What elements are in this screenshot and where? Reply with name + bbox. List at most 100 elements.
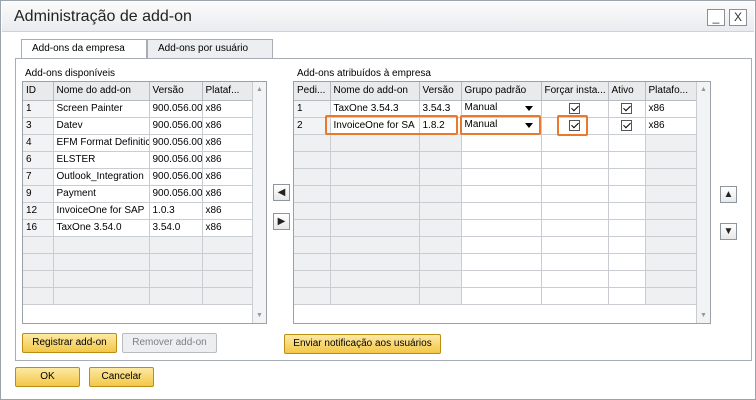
table-row[interactable]: 1 Screen Painter 900.056.00. x86 <box>23 100 255 118</box>
close-button[interactable]: X <box>729 9 747 26</box>
empty-row <box>294 253 699 271</box>
empty-row <box>23 287 255 305</box>
tab-company-addons[interactable]: Add-ons da empresa <box>21 39 147 60</box>
empty-row <box>23 253 255 271</box>
col-header-version[interactable]: Versão <box>419 82 462 101</box>
arrow-right-icon[interactable]: ▶ <box>273 213 290 230</box>
ok-button[interactable]: OK <box>15 367 80 387</box>
cell-version: 900.056.00. <box>149 117 203 135</box>
col-header-name[interactable]: Nome do add-on <box>53 82 150 101</box>
available-addons-label: Add-ons disponíveis <box>25 68 116 79</box>
assigned-addons-label: Add-ons atribuídos à empresa <box>297 68 431 79</box>
arrow-down-icon[interactable]: ▼ <box>720 223 737 240</box>
active-checkbox[interactable] <box>621 102 632 114</box>
cell-name: InvoiceOne for SA <box>330 117 420 135</box>
active-cell <box>608 117 646 135</box>
cell-id: 4 <box>23 134 54 152</box>
chevron-down-icon <box>524 106 533 111</box>
cell-name: Payment <box>53 185 150 203</box>
cell-platform: x86 <box>202 100 255 118</box>
col-header-active[interactable]: Ativo <box>608 82 646 101</box>
cell-name: TaxOne 3.54.3 <box>330 100 420 118</box>
col-header-order[interactable]: Pedi... <box>294 82 331 101</box>
cell-id: 16 <box>23 219 54 237</box>
force-install-cell <box>541 117 609 135</box>
cell-platform: x86 <box>202 117 255 135</box>
table-row[interactable]: 3 Datev 900.056.00. x86 <box>23 117 255 135</box>
empty-row <box>23 236 255 254</box>
available-addons-grid: ID Nome do add-on Versão Plataf... 1 Scre… <box>22 81 267 324</box>
cell-platform: x86 <box>645 117 699 135</box>
cell-id: 3 <box>23 117 54 135</box>
minimize-button[interactable]: _ <box>707 9 725 26</box>
cell-id: 12 <box>23 202 54 220</box>
cell-version: 1.8.2 <box>419 117 462 135</box>
table-row[interactable]: 7 Outlook_Integration 900.056.00. x86 <box>23 168 255 186</box>
table-row[interactable]: 9 Payment 900.056.00. x86 <box>23 185 255 203</box>
register-addon-button[interactable]: Registrar add-on <box>22 333 117 353</box>
cell-platform: x86 <box>202 134 255 152</box>
default-group-combo[interactable]: Manual <box>461 117 542 135</box>
cell-order: 2 <box>294 117 331 135</box>
table-row[interactable]: 4 EFM Format Definitic 900.056.00. x86 <box>23 134 255 152</box>
cell-name: ELSTER <box>53 151 150 169</box>
cell-platform: x86 <box>202 202 255 220</box>
empty-row <box>294 219 699 237</box>
cell-order: 1 <box>294 100 331 118</box>
table-row[interactable]: 6 ELSTER 900.056.00. x86 <box>23 151 255 169</box>
cell-id: 9 <box>23 185 54 203</box>
arrow-up-icon[interactable]: ▲ <box>720 186 737 203</box>
empty-row <box>294 270 699 288</box>
cell-version: 900.056.00. <box>149 100 203 118</box>
force-install-cell <box>541 100 609 118</box>
force-install-checkbox[interactable] <box>569 119 580 131</box>
left-scrollbar[interactable]: ▲ ▼ <box>252 82 266 323</box>
table-row[interactable]: 12 InvoiceOne for SAP 1.0.3 x86 <box>23 202 255 220</box>
remove-addon-button[interactable]: Remover add-on <box>122 333 217 353</box>
empty-row <box>294 168 699 186</box>
cell-name: Screen Painter <box>53 100 150 118</box>
table-row[interactable]: 16 TaxOne 3.54.0 3.54.0 x86 <box>23 219 255 237</box>
chevron-down-icon <box>524 123 533 128</box>
active-checkbox[interactable] <box>621 119 632 131</box>
assigned-addons-grid: Pedi... Nome do add-on Versão Grupo padr… <box>293 81 711 324</box>
cell-platform: x86 <box>202 151 255 169</box>
cell-platform: x86 <box>645 100 699 118</box>
cell-version: 3.54.0 <box>149 219 203 237</box>
cell-version: 3.54.3 <box>419 100 462 118</box>
default-group-combo[interactable]: Manual <box>461 100 542 118</box>
table-row[interactable]: 1 TaxOne 3.54.3 3.54.3 Manual x86 <box>294 100 699 118</box>
addon-admin-window: Administração de add-on _ X Add-ons da e… <box>0 0 756 400</box>
window-title: Administração de add-on <box>14 8 192 25</box>
empty-row <box>294 202 699 220</box>
tab-user-addons[interactable]: Add-ons por usuário <box>147 39 273 59</box>
cell-id: 6 <box>23 151 54 169</box>
right-scrollbar[interactable]: ▲ ▼ <box>696 82 710 323</box>
cell-platform: x86 <box>202 168 255 186</box>
col-header-platform[interactable]: Plataf... <box>202 82 255 101</box>
col-header-force-install[interactable]: Forçar insta... <box>541 82 609 101</box>
empty-row <box>23 270 255 288</box>
combo-value: Manual <box>464 102 498 113</box>
cancel-button[interactable]: Cancelar <box>89 367 154 387</box>
col-header-platform[interactable]: Platafo... <box>645 82 699 101</box>
cell-id: 7 <box>23 168 54 186</box>
cell-version: 900.056.00. <box>149 134 203 152</box>
col-header-default-group[interactable]: Grupo padrão <box>461 82 542 101</box>
col-header-name[interactable]: Nome do add-on <box>330 82 420 101</box>
force-install-checkbox[interactable] <box>569 102 580 114</box>
arrow-left-icon[interactable]: ◀ <box>273 184 290 201</box>
cell-platform: x86 <box>202 219 255 237</box>
table-row[interactable]: 2 InvoiceOne for SA 1.8.2 Manual x86 <box>294 117 699 135</box>
cell-version: 900.056.00. <box>149 185 203 203</box>
col-header-id[interactable]: ID <box>23 82 54 101</box>
combo-value: Manual <box>464 119 498 130</box>
notify-users-button[interactable]: Enviar notificação aos usuários <box>284 334 441 354</box>
cell-name: Outlook_Integration <box>53 168 150 186</box>
empty-row <box>294 151 699 169</box>
cell-name: Datev <box>53 117 150 135</box>
cell-name: InvoiceOne for SAP <box>53 202 150 220</box>
cell-version: 1.0.3 <box>149 202 203 220</box>
col-header-version[interactable]: Versão <box>149 82 203 101</box>
cell-name: EFM Format Definitic <box>53 134 150 152</box>
